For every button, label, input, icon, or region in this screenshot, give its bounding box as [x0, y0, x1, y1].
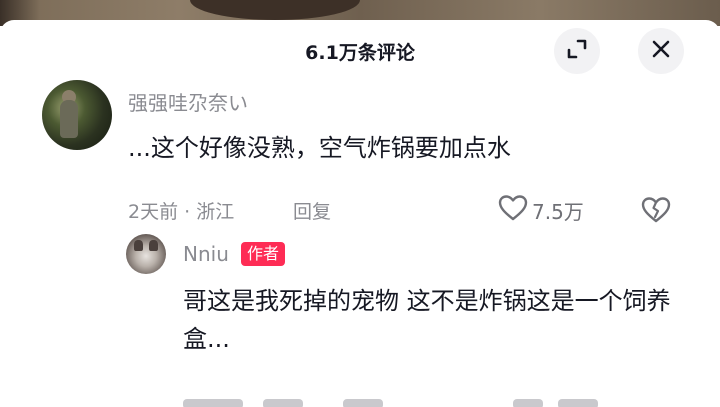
comment-time-location: 2天前 · 浙江: [128, 201, 235, 223]
expand-button[interactable]: [554, 28, 600, 74]
like-button[interactable]: 7.5万: [498, 194, 584, 226]
broken-heart-icon: [641, 197, 671, 228]
cutoff-text-fragment: [263, 399, 303, 407]
avatar-ear-left: [134, 240, 143, 251]
video-object: [190, 0, 360, 20]
reply-text: 哥这是我死掉的宠物 这不是炸锅这是一个饲养盒...: [183, 287, 671, 353]
cutoff-text-fragment: [513, 399, 543, 407]
like-count: 7.5万: [532, 199, 584, 224]
reply-author-avatar[interactable]: [126, 234, 166, 274]
avatar-figure-body: [60, 100, 78, 138]
comment-text: ...这个好像没熟，空气炸锅要加点水: [128, 134, 511, 162]
close-button[interactable]: [638, 28, 684, 74]
heart-outline-icon: [498, 194, 528, 226]
cutoff-text-fragment: [343, 399, 383, 407]
reply-button[interactable]: 回复: [293, 197, 331, 224]
close-icon: [651, 39, 671, 63]
sheet-header: 6.1万条评论: [0, 20, 720, 84]
reply-username[interactable]: Nniu: [183, 242, 229, 266]
dislike-button[interactable]: [641, 196, 671, 228]
avatar-ear-right: [149, 240, 158, 251]
cutoff-text-fragment: [183, 399, 243, 407]
expand-icon: [566, 38, 588, 64]
author-badge: 作者: [241, 242, 286, 266]
comments-count-title: 6.1万条评论: [305, 42, 415, 64]
commenter-username[interactable]: 强强哇尕奈い: [128, 87, 248, 116]
commenter-avatar[interactable]: [42, 80, 112, 150]
cutoff-text-fragment: [558, 399, 598, 407]
